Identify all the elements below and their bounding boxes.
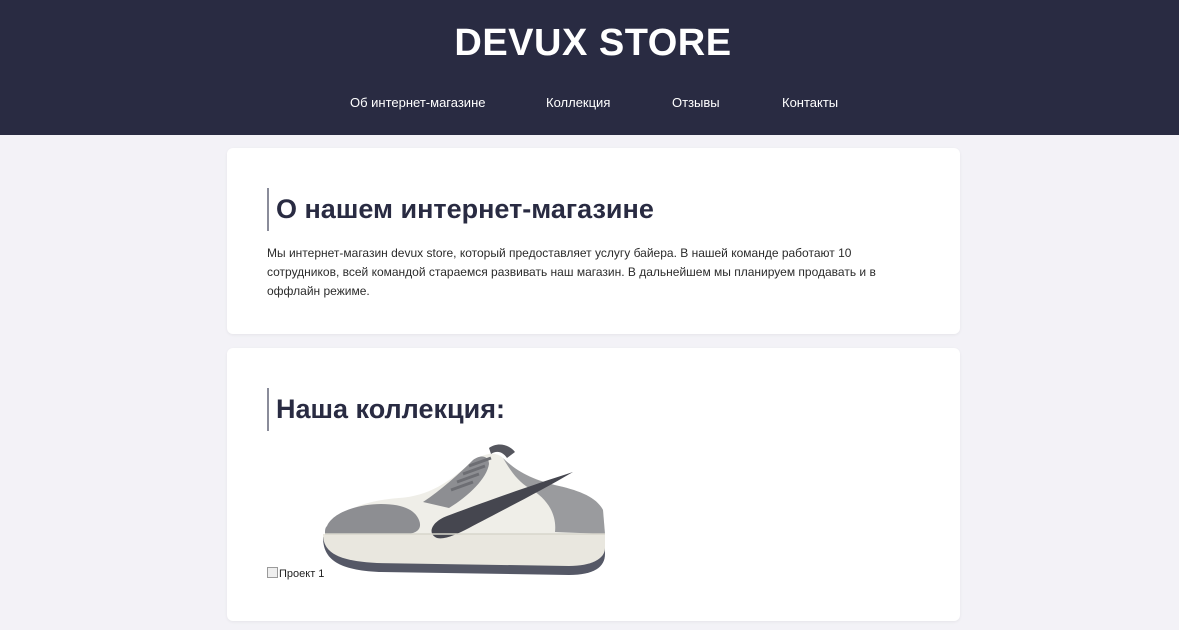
about-title: О нашем интернет-магазине — [267, 188, 654, 231]
brand-title: DEVUX STORE — [454, 22, 732, 64]
product-item[interactable]: Проект 1 — [267, 442, 627, 582]
broken-image-icon — [267, 567, 278, 578]
collection-section: Наша коллекция: Проект 1 — [227, 348, 960, 621]
main-nav: Об интернет-магазине Коллекция Отзывы Ко… — [0, 95, 1179, 115]
about-section: О нашем интернет-магазине Мы интернет-ма… — [227, 148, 960, 334]
nav-link-reviews[interactable]: Отзывы — [672, 95, 720, 111]
broken-image-placeholder: Проект 1 — [267, 567, 324, 580]
nav-link-contacts[interactable]: Контакты — [782, 95, 838, 111]
site-header: DEVUX STORE Об интернет-магазине Коллекц… — [0, 0, 1179, 135]
about-text: Мы интернет-магазин devux store, который… — [267, 246, 876, 298]
collection-title: Наша коллекция: — [267, 388, 505, 431]
nav-link-about[interactable]: Об интернет-магазине — [350, 95, 485, 111]
product-image-alt: Проект 1 — [279, 568, 325, 580]
nav-link-collection[interactable]: Коллекция — [546, 95, 610, 111]
sneaker-image — [323, 444, 605, 575]
